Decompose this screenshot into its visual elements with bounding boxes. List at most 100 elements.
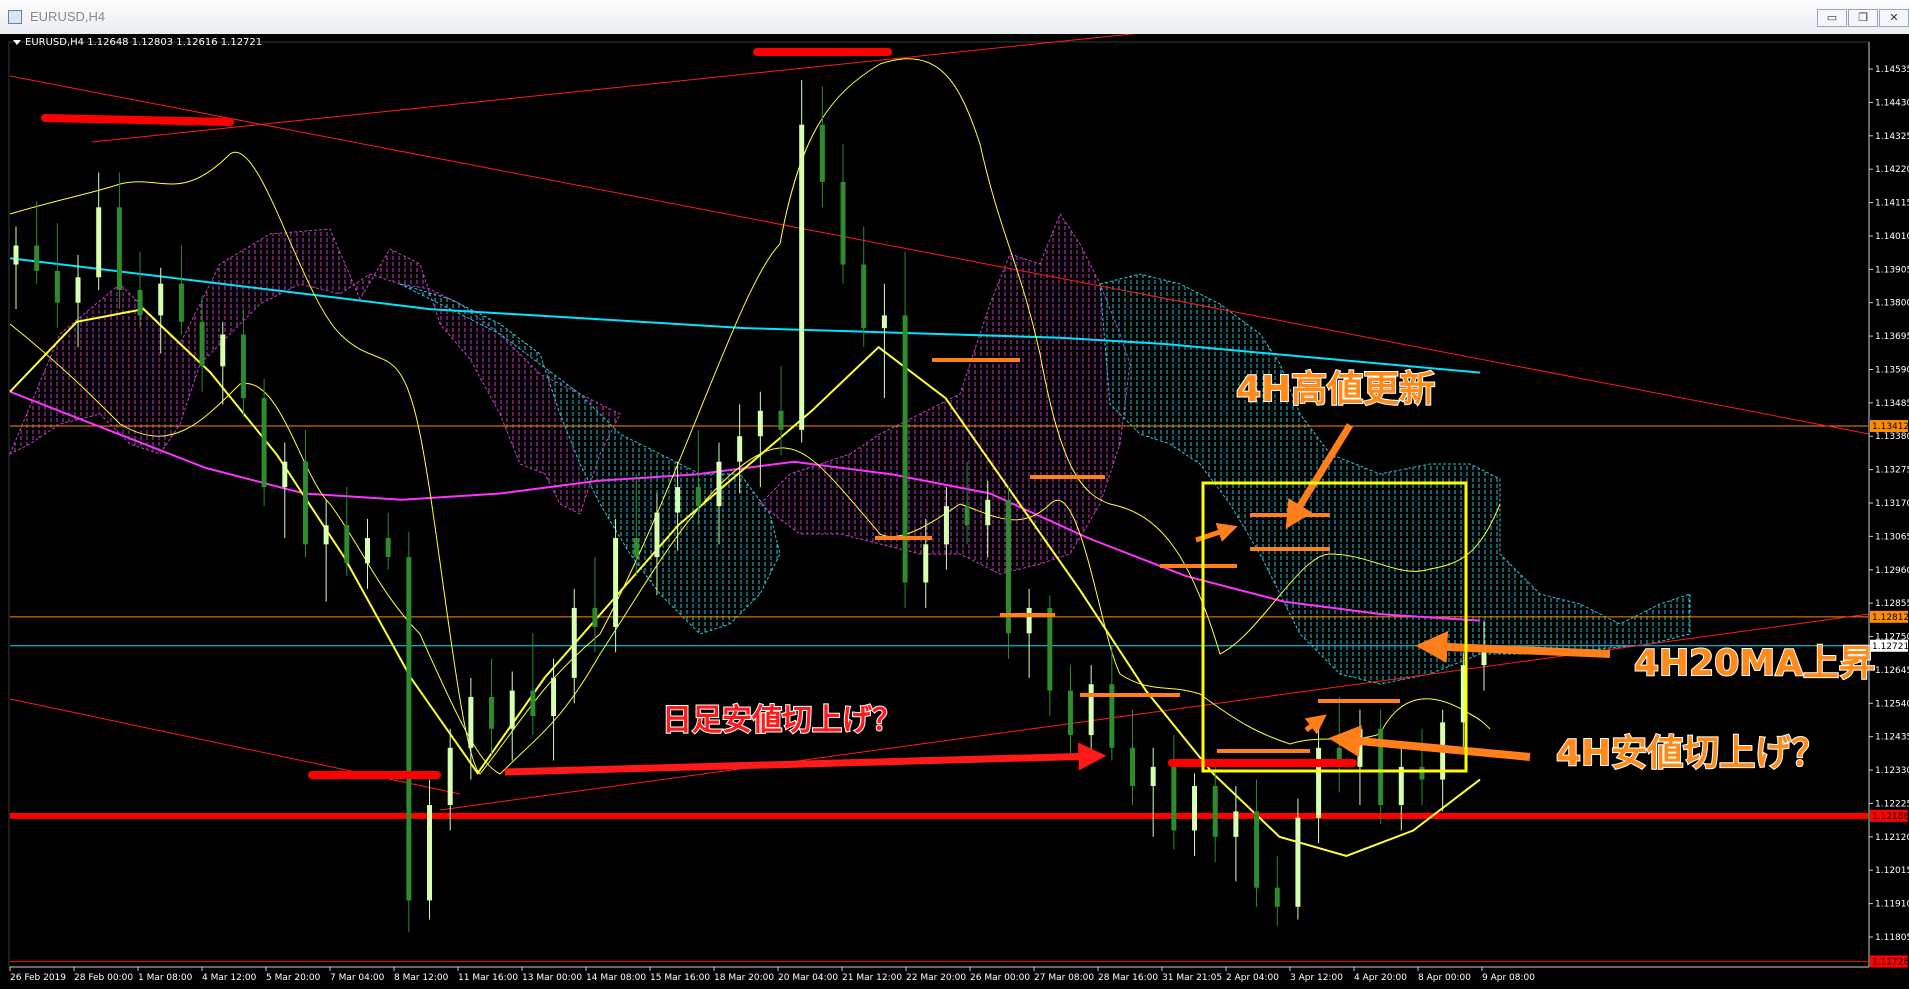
restore-button[interactable]: ❐: [1848, 9, 1878, 27]
candle-body: [1047, 607, 1053, 691]
label-4h20ma-rising: 4H20MA上昇: [1634, 643, 1875, 684]
time-tick-label: 1 Mar 08:00: [138, 973, 193, 983]
time-tick-label: 9 Apr 08:00: [1482, 973, 1535, 983]
time-tick-label: 22 Mar 20:00: [906, 973, 966, 983]
candle-body: [54, 270, 60, 303]
close-button[interactable]: ✕: [1879, 9, 1909, 27]
time-tick-label: 15 Mar 16:00: [650, 973, 710, 983]
label-4h-low-higher: 4H安値切上げ？: [1556, 733, 1827, 774]
time-tick-label: 31 Mar 21:05: [1162, 973, 1222, 983]
candle-body: [1398, 766, 1404, 806]
candle-body: [1274, 887, 1280, 907]
label-daily-low-higher: 日足安値切上げ？: [662, 703, 902, 738]
candle-body: [1192, 785, 1198, 831]
minimize-button[interactable]: ▭: [1817, 9, 1847, 27]
candle-body: [13, 245, 19, 265]
window-titlebar[interactable]: EURUSD,H4 ▭ ❐ ✕: [0, 0, 1909, 35]
candle-body: [943, 506, 949, 545]
price-tick-label: 1.12120: [1875, 833, 1909, 843]
candle-body: [819, 124, 825, 182]
candle-body: [1295, 817, 1301, 907]
time-tick-label: 5 Mar 20:00: [266, 973, 321, 983]
time-tick-label: 8 Apr 00:00: [1418, 973, 1471, 983]
candle-body: [323, 525, 329, 545]
candle-body: [1316, 747, 1322, 818]
price-label: 1.13412: [1872, 422, 1909, 432]
candle-body: [551, 677, 557, 717]
price-tick-label: 1.11805: [1875, 933, 1909, 943]
candle-body: [385, 537, 391, 558]
price-tick-label: 1.12645: [1875, 666, 1909, 676]
time-tick-label: 7 Mar 04:00: [330, 973, 385, 983]
candle-body: [1130, 747, 1136, 786]
price-tick-label: 1.13800: [1875, 299, 1909, 309]
candle-body: [985, 499, 991, 526]
close-icon: ✕: [1889, 12, 1899, 24]
time-tick-label: 13 Mar 00:00: [522, 973, 582, 983]
time-tick-label: 28 Mar 16:00: [1098, 973, 1158, 983]
candle-body: [364, 537, 370, 564]
price-tick-label: 1.13170: [1875, 499, 1909, 509]
candle-body: [1233, 811, 1239, 837]
candle-body: [240, 334, 246, 399]
candle-body: [1357, 728, 1363, 767]
price-tick-label: 1.14010: [1875, 232, 1909, 242]
time-tick-label: 2 Apr 04:00: [1226, 973, 1279, 983]
time-tick-label: 14 Mar 08:00: [586, 973, 646, 983]
candle-body: [654, 512, 660, 558]
price-tick-label: 1.11910: [1875, 900, 1909, 910]
candle-body: [571, 607, 577, 678]
time-tick-label: 8 Mar 12:00: [394, 973, 449, 983]
price-tick-label: 1.12015: [1875, 866, 1909, 876]
candle-body: [633, 537, 639, 558]
candle-body: [840, 181, 846, 265]
candle-body: [116, 207, 122, 290]
candle-body: [592, 607, 598, 627]
price-chart[interactable]: 4H高値更新 4H20MA上昇 4H安値切上げ？ 日足安値切上げ？ EURUSD…: [0, 34, 1909, 989]
price-label: 1.12721: [1872, 642, 1909, 652]
time-tick-label: 21 Mar 12:00: [842, 973, 902, 983]
candle-body: [468, 696, 474, 748]
price-label: 1.11728: [1872, 957, 1909, 967]
price-tick-label: 1.13905: [1875, 265, 1909, 275]
candle-body: [261, 398, 267, 488]
price-tick-label: 1.12855: [1875, 599, 1909, 609]
candle-body: [344, 525, 350, 564]
candle-body: [302, 461, 308, 545]
price-tick-label: 1.13695: [1875, 332, 1909, 342]
candle-body: [716, 461, 722, 507]
price-tick-label: 1.13275: [1875, 466, 1909, 476]
high-marker-1: [41, 114, 234, 126]
candle-body: [199, 321, 205, 367]
candle-body: [447, 747, 453, 806]
candle-body: [1254, 811, 1260, 888]
candle-body: [530, 690, 536, 717]
price-tick-label: 1.12960: [1875, 566, 1909, 576]
label-4h-high-update: 4H高値更新: [1236, 369, 1435, 410]
candle-body: [778, 410, 784, 430]
candle-body: [757, 410, 763, 437]
price-label: 1.12812: [1872, 613, 1909, 623]
candle-body: [1026, 607, 1032, 634]
candle-body: [509, 690, 515, 729]
candle-body: [489, 696, 495, 729]
candle-body: [902, 315, 908, 583]
price-label: 1.12186: [1872, 812, 1909, 822]
candle-body: [1212, 785, 1218, 837]
time-tick-label: 27 Mar 08:00: [1034, 973, 1094, 983]
minimize-icon: ▭: [1826, 12, 1838, 24]
symbol-info: EURUSD,H4 1.12648 1.12803 1.12616 1.1272…: [25, 37, 262, 48]
chart-window-icon: [8, 10, 22, 24]
candle-body: [1419, 766, 1425, 780]
price-tick-label: 1.14115: [1875, 199, 1909, 209]
candle-body: [861, 264, 867, 329]
time-tick-label: 4 Apr 20:00: [1354, 973, 1407, 983]
price-tick-label: 1.14535: [1875, 65, 1909, 75]
time-tick-label: 26 Feb 2019: [10, 973, 66, 983]
chart-header: EURUSD,H4 1.12648 1.12803 1.12616 1.1272…: [13, 37, 262, 48]
time-tick-label: 4 Mar 12:00: [202, 973, 257, 983]
candle-body: [881, 315, 887, 329]
price-tick-label: 1.13485: [1875, 399, 1909, 409]
candle-body: [137, 289, 143, 316]
window-title: EURUSD,H4: [30, 9, 106, 24]
